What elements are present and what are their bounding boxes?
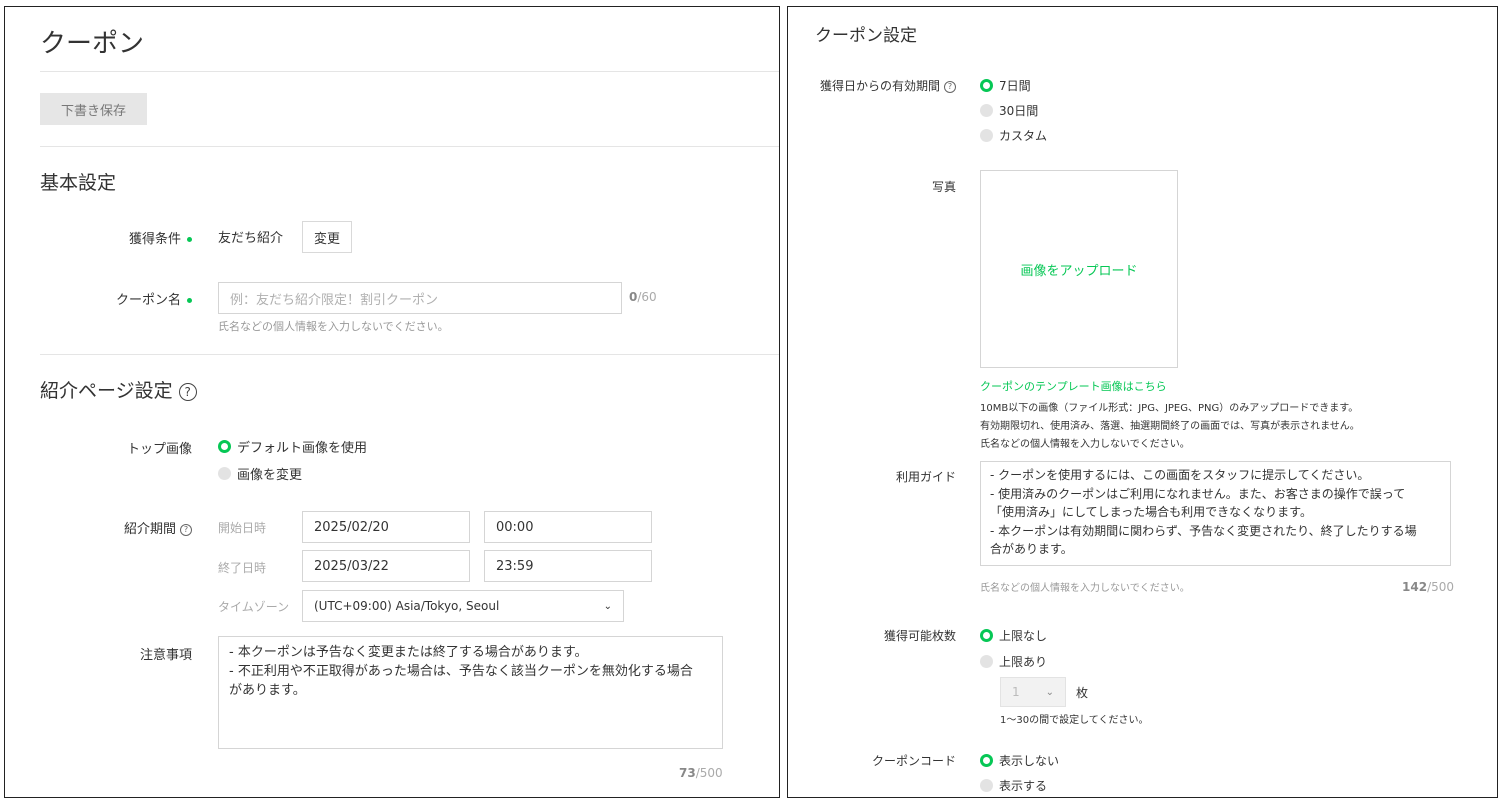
coupon-name-hint: 氏名などの個人情報を入力しないでください。 bbox=[218, 320, 449, 333]
radio-unchecked-icon bbox=[980, 655, 993, 668]
coupon-code-label: クーポンコード bbox=[871, 754, 956, 768]
usage-guide-counter: 142/500 bbox=[1402, 580, 1455, 594]
radio-unchecked-icon bbox=[980, 104, 993, 117]
notes-line: があります。 bbox=[229, 683, 306, 698]
page-title: クーポン bbox=[40, 29, 145, 59]
required-dot bbox=[187, 237, 192, 242]
limit-count-select[interactable]: 1 ⌄ bbox=[1000, 677, 1066, 707]
guide-line: 合があります。 bbox=[990, 542, 1073, 556]
end-time-input[interactable]: 23:59 bbox=[484, 550, 652, 582]
coupon-name-input[interactable]: 例：友だち紹介限定！割引クーポン bbox=[218, 282, 622, 314]
photo-label: 写真 bbox=[931, 180, 956, 194]
notes-textarea[interactable]: - 本クーポンは予告なく変更または終了する場合があります。 - 不正利用や不正取… bbox=[218, 636, 723, 749]
radio-7days[interactable]: 7日間 bbox=[980, 77, 1031, 94]
intro-settings-heading: 紹介ページ設定? bbox=[40, 376, 197, 403]
guide-line: - 使用済みのクーポンはご利用になれません。また、お客さまの操作で誤って bbox=[990, 486, 1406, 501]
upload-image-link[interactable]: 画像をアップロード bbox=[1020, 260, 1137, 279]
help-icon[interactable]: ? bbox=[178, 382, 197, 401]
limit-unit: 枚 bbox=[1076, 686, 1089, 700]
limit-hint: 1～30の間で設定してください。 bbox=[1000, 715, 1149, 726]
usage-guide-hint: 氏名などの個人情報を入力しないでください。 bbox=[980, 583, 1190, 594]
acquire-condition-value: 友だち紹介 bbox=[218, 231, 284, 246]
coupon-name-counter: 0/60 bbox=[629, 290, 657, 304]
radio-checked-icon bbox=[218, 440, 231, 453]
timezone-select[interactable]: (UTC+09:00) Asia/Tokyo, Seoul ⌄ bbox=[302, 590, 624, 622]
radio-has-limit[interactable]: 上限あり bbox=[980, 653, 1047, 670]
notes-line: - 本クーポンは予告なく変更または終了する場合があります。 bbox=[229, 645, 588, 660]
notes-label: 注意事項 bbox=[139, 648, 192, 663]
coupon-name-placeholder: 例：友だち紹介限定！割引クーポン bbox=[230, 292, 439, 308]
radio-code-hide[interactable]: 表示しない bbox=[980, 752, 1059, 769]
radio-checked-icon bbox=[980, 629, 993, 642]
usage-guide-textarea[interactable]: - クーポンを使用するには、この画面をスタッフに提示してください。 - 使用済み… bbox=[980, 461, 1451, 566]
radio-unchecked-icon bbox=[218, 467, 231, 480]
help-icon[interactable]: ? bbox=[180, 523, 192, 536]
radio-default-image[interactable]: デフォルト画像を使用 bbox=[218, 437, 367, 456]
end-datetime-label: 終了日時 bbox=[218, 561, 267, 575]
basic-settings-heading: 基本設定 bbox=[40, 172, 117, 194]
radio-change-image[interactable]: 画像を変更 bbox=[218, 464, 302, 483]
chevron-down-icon: ⌄ bbox=[603, 600, 612, 612]
right-panel: クーポン設定 獲得日からの有効期間? 7日間 30日間 カスタム 写真 画像をア… bbox=[787, 6, 1498, 798]
change-button[interactable]: 変更 bbox=[302, 221, 352, 253]
start-time-input[interactable]: 00:00 bbox=[484, 511, 652, 543]
radio-30days[interactable]: 30日間 bbox=[980, 102, 1038, 119]
required-dot bbox=[187, 298, 192, 303]
help-icon[interactable]: ? bbox=[944, 80, 956, 93]
start-datetime-label: 開始日時 bbox=[218, 521, 267, 535]
radio-no-limit[interactable]: 上限なし bbox=[980, 627, 1047, 644]
photo-note: 10MB以下の画像（ファイル形式：JPG、JPEG、PNG）のみアップロードでき… bbox=[980, 403, 1359, 414]
validity-label: 獲得日からの有効期間? bbox=[798, 77, 956, 94]
end-date-input[interactable]: 2025/03/22 bbox=[302, 550, 470, 582]
divider bbox=[40, 71, 779, 72]
radio-unchecked-icon bbox=[980, 129, 993, 142]
photo-note: 氏名などの個人情報を入力しないでください。 bbox=[980, 439, 1190, 450]
radio-checked-icon bbox=[980, 754, 993, 767]
image-upload-area[interactable]: 画像をアップロード bbox=[980, 170, 1178, 368]
divider bbox=[40, 354, 779, 355]
notes-line: - 不正利用や不正取得があった場合は、予告なく該当クーポンを無効化する場合 bbox=[229, 664, 693, 679]
template-image-link[interactable]: クーポンのテンプレート画像はこちら bbox=[980, 378, 1167, 394]
guide-line: 「使用済み」にしてしまった場合も利用できなくなります。 bbox=[990, 505, 1312, 519]
guide-line: - 本クーポンは有効期間に関わらず、予告なく変更されたり、終了したりする場 bbox=[990, 523, 1417, 538]
acquire-limit-label: 獲得可能枚数 bbox=[883, 629, 956, 643]
photo-note: 有効期限切れ、使用済み、落選、抽選期間終了の画面では、写真が表示されません。 bbox=[980, 421, 1360, 432]
coupon-name-label: クーポン名 bbox=[85, 289, 192, 308]
guide-line: - クーポンを使用するには、この画面をスタッフに提示してください。 bbox=[990, 468, 1370, 482]
radio-custom[interactable]: カスタム bbox=[980, 127, 1047, 144]
usage-guide-label: 利用ガイド bbox=[895, 470, 956, 484]
radio-checked-icon bbox=[980, 79, 993, 92]
radio-unchecked-icon bbox=[980, 779, 993, 792]
chevron-down-icon: ⌄ bbox=[1045, 686, 1054, 698]
notes-counter: 73/500 bbox=[679, 766, 723, 780]
top-image-label: トップ画像 bbox=[126, 442, 192, 457]
draft-save-button[interactable]: 下書き保存 bbox=[40, 93, 147, 125]
coupon-settings-heading: クーポン設定 bbox=[815, 26, 917, 46]
intro-period-label: 紹介期間? bbox=[85, 518, 192, 537]
start-date-input[interactable]: 2025/02/20 bbox=[302, 511, 470, 543]
timezone-label: タイムゾーン bbox=[218, 600, 290, 614]
divider bbox=[40, 146, 779, 147]
acquire-condition-label: 獲得条件 bbox=[85, 228, 192, 247]
radio-code-show[interactable]: 表示する bbox=[980, 777, 1047, 794]
left-panel: クーポン 下書き保存 基本設定 獲得条件 友だち紹介 変更 クーポン名 例：友だ… bbox=[4, 6, 780, 798]
